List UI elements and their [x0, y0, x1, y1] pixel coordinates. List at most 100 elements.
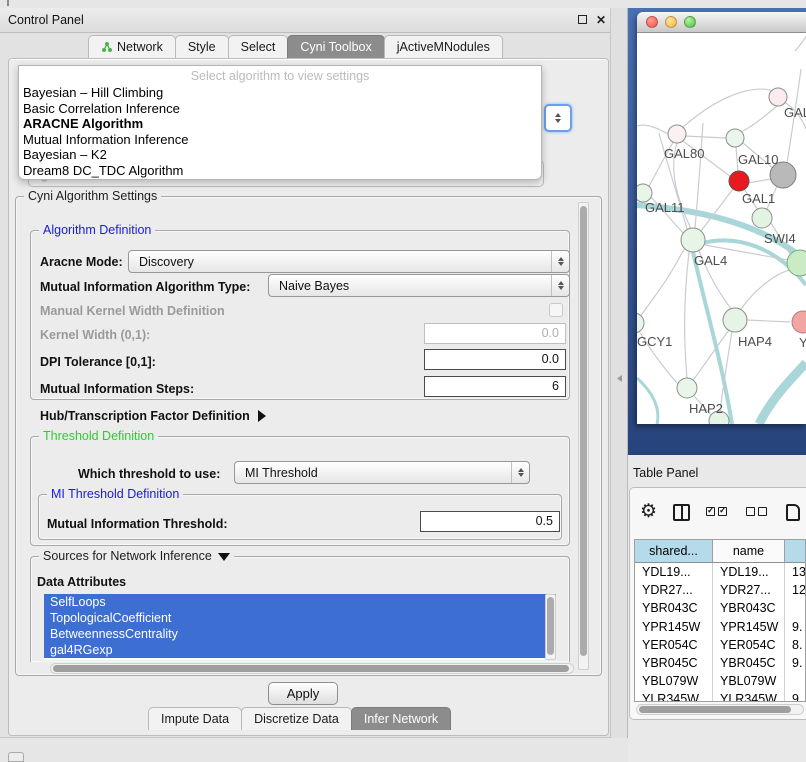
- popup-item-basic-correlation[interactable]: Basic Correlation Inference: [19, 101, 541, 117]
- show-checked-columns-icon[interactable]: [706, 503, 730, 521]
- popup-item-aracne[interactable]: ARACNE Algorithm: [19, 116, 541, 132]
- columns-icon[interactable]: [673, 504, 690, 521]
- control-panel-titlebar: Control Panel ✕: [0, 8, 617, 33]
- column-header-shared[interactable]: shared...: [635, 540, 712, 562]
- close-traffic-light-icon[interactable]: [646, 16, 658, 28]
- table-row[interactable]: YDL19...YDL19...13: [635, 563, 805, 581]
- mi-type-value: Naive Bayes: [279, 279, 349, 293]
- table-row[interactable]: YBL079WYBL079W: [635, 672, 805, 690]
- mi-type-label: Mutual Information Algorithm Type:: [40, 280, 250, 294]
- list-item[interactable]: TopologicalCoefficient: [44, 610, 556, 626]
- dpi-tolerance-field[interactable]: 0.0: [424, 349, 566, 370]
- node-label: GAL: [784, 105, 806, 120]
- settings-horizontal-scrollbar[interactable]: [50, 663, 574, 674]
- network-view-window[interactable]: GAL GAL80 GAL10 GAL1 GAL11 SWI4 GAL4 GCY…: [637, 12, 806, 424]
- node-table[interactable]: shared... name YDL19...YDL19...13 YDR27.…: [634, 539, 806, 702]
- gear-icon[interactable]: ⚙: [640, 502, 657, 522]
- combo-arrows-icon: [551, 251, 569, 272]
- popup-item-bayesian-hill-climbing[interactable]: Bayesian – Hill Climbing: [19, 85, 541, 101]
- algorithm-dropdown-popup: Select algorithm to view settings Bayesi…: [18, 65, 542, 180]
- collapse-down-icon: [218, 553, 230, 561]
- which-threshold-value: MI Threshold: [245, 466, 318, 480]
- algorithm-combobox-arrows[interactable]: [544, 104, 572, 132]
- tab-network-label: Network: [117, 40, 163, 54]
- table-row[interactable]: YDR27...YDR27...12: [635, 581, 805, 599]
- algorithm-definition-title: Algorithm Definition: [39, 223, 155, 237]
- column-header-name[interactable]: name: [712, 540, 784, 562]
- float-window-icon[interactable]: [575, 13, 589, 27]
- tab-jactivemnodules[interactable]: jActiveMNodules: [384, 35, 503, 58]
- popup-item-mutual-information[interactable]: Mutual Information Inference: [19, 132, 541, 148]
- node-label: HAP2: [689, 401, 723, 416]
- sources-title-toggle[interactable]: Sources for Network Inference: [39, 549, 234, 563]
- network-window-titlebar[interactable]: [637, 12, 806, 33]
- network-icon: [101, 41, 113, 53]
- close-window-icon[interactable]: ✕: [594, 13, 608, 27]
- node-label: GAL11: [645, 200, 685, 215]
- aracne-mode-combobox[interactable]: Discovery: [128, 250, 570, 273]
- table-row[interactable]: YER054CYER054C8.: [635, 636, 805, 654]
- hide-columns-icon[interactable]: [746, 503, 770, 521]
- data-attributes-label: Data Attributes: [37, 575, 126, 589]
- control-panel-title: Control Panel: [8, 13, 84, 27]
- popup-item-dream8[interactable]: Dream8 DC_TDC Algorithm: [19, 163, 541, 179]
- which-threshold-label: Which threshold to use:: [78, 467, 220, 481]
- node-label: GCY1: [637, 334, 672, 349]
- bottom-tabs: Impute Data Discretize Data Infer Networ…: [148, 707, 450, 730]
- list-item[interactable]: SelfLoops: [44, 594, 556, 610]
- popup-prompt: Select algorithm to view settings: [19, 66, 541, 85]
- table-row[interactable]: YLR345WYLR345W9.: [635, 690, 805, 702]
- document-icon[interactable]: [786, 504, 800, 521]
- manual-kernel-checkbox[interactable]: [549, 303, 563, 317]
- tab-infer-network[interactable]: Infer Network: [351, 707, 451, 730]
- tab-impute-data[interactable]: Impute Data: [148, 707, 242, 730]
- control-panel-tabs: Network Style Select Cyni Toolbox jActiv…: [88, 35, 502, 58]
- list-item[interactable]: gal4RGexp: [44, 642, 556, 658]
- column-header-cut[interactable]: [784, 540, 805, 562]
- threshold-definition-title: Threshold Definition: [39, 429, 158, 443]
- table-header-row: shared... name: [635, 540, 805, 563]
- hub-definition-label: Hub/Transcription Factor Definition: [40, 409, 250, 423]
- mi-threshold-title: MI Threshold Definition: [47, 487, 183, 501]
- dpi-tolerance-label: DPI Tolerance [0,1]:: [40, 355, 156, 369]
- table-row[interactable]: YPR145WYPR145W9.: [635, 618, 805, 636]
- data-attributes-list[interactable]: SelfLoops TopologicalCoefficient Between…: [44, 594, 556, 660]
- tab-select[interactable]: Select: [228, 35, 289, 58]
- tab-cyni-toolbox[interactable]: Cyni Toolbox: [287, 35, 384, 58]
- attributes-list-scrollbar[interactable]: [545, 594, 556, 660]
- network-canvas[interactable]: GAL GAL80 GAL10 GAL1 GAL11 SWI4 GAL4 GCY…: [637, 33, 806, 424]
- node-label: Y: [799, 335, 806, 350]
- tab-style[interactable]: Style: [175, 35, 229, 58]
- node-label: GAL1: [742, 191, 775, 206]
- combo-arrows-icon: [511, 462, 529, 483]
- mi-type-combobox[interactable]: Naive Bayes: [268, 274, 570, 297]
- tab-discretize-data[interactable]: Discretize Data: [241, 707, 352, 730]
- hub-definition-toggle[interactable]: Hub/Transcription Factor Definition: [40, 409, 266, 423]
- kernel-width-field[interactable]: 0.0: [424, 323, 566, 344]
- window-edge-tick: [7, 0, 9, 6]
- popup-item-bayesian-k2[interactable]: Bayesian – K2: [19, 147, 541, 163]
- mi-threshold-field[interactable]: 0.5: [420, 511, 560, 532]
- settings-vertical-scrollbar[interactable]: [578, 202, 589, 670]
- mi-steps-field[interactable]: 6: [424, 376, 566, 397]
- expand-right-icon: [258, 410, 266, 422]
- list-item[interactable]: BetweennessCentrality: [44, 626, 556, 642]
- minimize-traffic-light-icon[interactable]: [665, 16, 677, 28]
- zoom-traffic-light-icon[interactable]: [684, 16, 696, 28]
- cyni-settings-title: Cyni Algorithm Settings: [24, 189, 161, 203]
- bottom-left-button[interactable]: [8, 752, 24, 762]
- node-label: HAP4: [738, 334, 772, 349]
- table-row[interactable]: YBR043CYBR043C: [635, 599, 805, 617]
- table-panel-title: Table Panel: [633, 466, 698, 480]
- tab-network[interactable]: Network: [88, 35, 176, 58]
- spinner-down-icon: [555, 119, 561, 123]
- manual-kernel-label: Manual Kernel Width Definition: [40, 304, 225, 318]
- table-row[interactable]: YBR045CYBR045C9.: [635, 654, 805, 672]
- apply-button[interactable]: Apply: [268, 682, 338, 705]
- mi-steps-label: Mutual Information Steps:: [40, 382, 194, 396]
- which-threshold-combobox[interactable]: MI Threshold: [234, 461, 530, 484]
- node-label: GAL4: [694, 253, 727, 268]
- table-horizontal-scrollbar[interactable]: [636, 704, 804, 715]
- mi-threshold-label: Mutual Information Threshold:: [47, 517, 228, 531]
- panel-divider[interactable]: [610, 8, 628, 738]
